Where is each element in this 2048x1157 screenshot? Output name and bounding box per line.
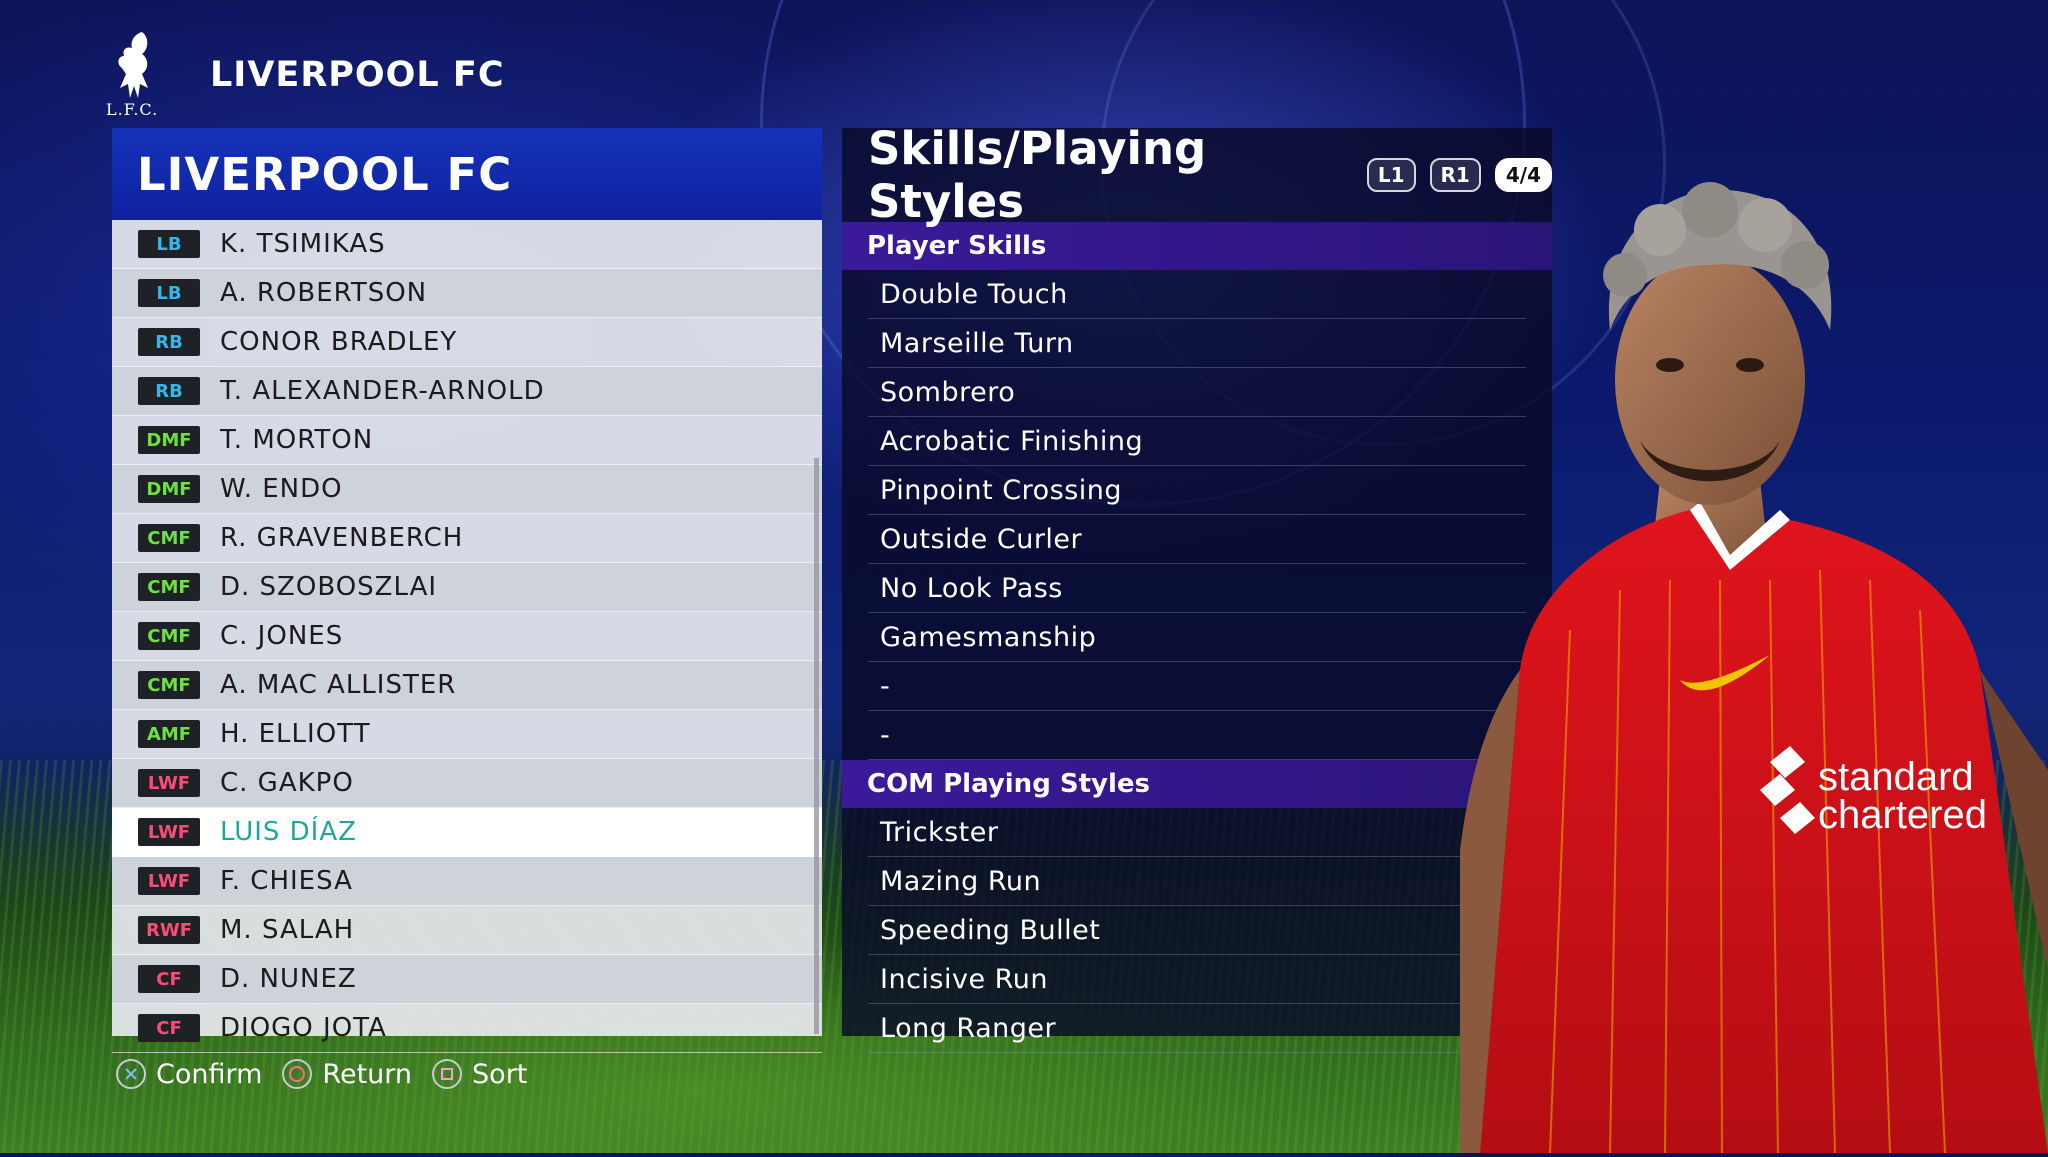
player-row[interactable]: LWF C. GAKPO	[112, 759, 822, 808]
skill-item[interactable]: Marseille Turn	[868, 319, 1526, 368]
return-button[interactable]: Return	[282, 1059, 412, 1090]
skills-panel-header: Skills/Playing Styles L1 R1 4/4	[842, 122, 1552, 228]
position-badge: CF	[138, 1014, 200, 1042]
squad-list-title: LIVERPOOL FC	[112, 128, 822, 220]
player-name: C. GAKPO	[220, 768, 354, 798]
position-badge: CMF	[138, 622, 200, 650]
position-badge: CF	[138, 965, 200, 993]
player-name: F. CHIESA	[220, 866, 353, 896]
player-row[interactable]: RB T. ALEXANDER-ARNOLD	[112, 367, 822, 416]
player-row[interactable]: LWF LUIS DÍAZ	[112, 808, 822, 857]
player-skills-header: Player Skills	[842, 222, 1552, 270]
player-row[interactable]: CMF A. MAC ALLISTER	[112, 661, 822, 710]
player-row[interactable]: LB A. ROBERTSON	[112, 269, 822, 318]
skills-panel: Skills/Playing Styles L1 R1 4/4 Player S…	[842, 122, 1552, 1053]
skills-panel-title: Skills/Playing Styles	[868, 122, 1207, 228]
playing-style-item[interactable]: Long Ranger	[868, 1004, 1526, 1053]
position-badge: RB	[138, 377, 200, 405]
player-name: D. NUNEZ	[220, 964, 357, 994]
skill-item[interactable]: -	[868, 711, 1526, 760]
player-name: K. TSIMIKAS	[220, 229, 386, 259]
player-row[interactable]: CF DIOGO JOTA	[112, 1004, 822, 1053]
confirm-button[interactable]: Confirm	[116, 1059, 262, 1090]
player-row[interactable]: RWF M. SALAH	[112, 906, 822, 955]
player-row[interactable]: LB K. TSIMIKAS	[112, 220, 822, 269]
sort-button[interactable]: Sort	[432, 1059, 527, 1090]
player-name: H. ELLIOTT	[220, 719, 371, 749]
liverpool-crest-icon: L.F.C.	[104, 28, 164, 122]
player-name: CONOR BRADLEY	[220, 327, 458, 357]
position-badge: RWF	[138, 916, 200, 944]
position-badge: CMF	[138, 573, 200, 601]
position-badge: LB	[138, 279, 200, 307]
player-name: C. JONES	[220, 621, 344, 651]
position-badge: LWF	[138, 818, 200, 846]
playing-style-item[interactable]: Incisive Run	[868, 955, 1526, 1004]
position-badge: AMF	[138, 720, 200, 748]
square-button-icon	[432, 1059, 463, 1089]
player-name: R. GRAVENBERCH	[220, 523, 464, 553]
com-playing-styles-list: Trickster Mazing Run Speeding Bullet Incisi…	[842, 808, 1552, 1053]
page-header: L.F.C. LIVERPOOL FC	[104, 28, 505, 122]
player-name: W. ENDO	[220, 474, 343, 504]
position-badge: CMF	[138, 524, 200, 552]
player-name: M. SALAH	[220, 915, 355, 945]
button-hints: Confirm Return Sort	[116, 1057, 547, 1091]
return-label: Return	[322, 1058, 413, 1090]
crest-text: L.F.C.	[106, 100, 159, 119]
position-badge: DMF	[138, 475, 200, 503]
player-name: D. SZOBOSZLAI	[220, 572, 438, 602]
player-row[interactable]: DMF T. MORTON	[112, 416, 822, 465]
skill-item[interactable]: Pinpoint Crossing	[868, 466, 1526, 515]
skill-item[interactable]: Sombrero	[868, 368, 1526, 417]
position-badge: LB	[138, 230, 200, 258]
page-title: LIVERPOOL FC	[210, 55, 505, 95]
player-name: T. MORTON	[220, 425, 374, 455]
player-row[interactable]: AMF H. ELLIOTT	[112, 710, 822, 759]
player-name: LUIS DÍAZ	[220, 817, 357, 847]
position-badge: CMF	[138, 671, 200, 699]
player-skills-list: Double Touch Marseille Turn Sombrero Acroba…	[842, 270, 1552, 760]
playing-style-item[interactable]: Speeding Bullet	[868, 906, 1526, 955]
squad-scrollbar[interactable]	[814, 458, 819, 1034]
player-name: A. ROBERTSON	[220, 278, 428, 308]
skill-item[interactable]: -	[868, 662, 1526, 711]
player-row[interactable]: CMF D. SZOBOSZLAI	[112, 563, 822, 612]
player-row[interactable]: RB CONOR BRADLEY	[112, 318, 822, 367]
position-badge: RB	[138, 328, 200, 356]
playing-style-item[interactable]: Mazing Run	[868, 857, 1526, 906]
l1-button[interactable]: L1	[1366, 158, 1416, 192]
player-row[interactable]: CF D. NUNEZ	[112, 955, 822, 1004]
sponsor-line2: chartered	[1818, 793, 1987, 837]
com-playing-styles-header: COM Playing Styles	[842, 760, 1552, 808]
player-row[interactable]: CMF C. JONES	[112, 612, 822, 661]
cross-button-icon	[116, 1059, 146, 1089]
playing-style-item[interactable]: Trickster	[868, 808, 1526, 857]
skill-item[interactable]: No Look Pass	[868, 564, 1526, 613]
player-name: T. ALEXANDER-ARNOLD	[220, 376, 545, 406]
squad-list-panel: LIVERPOOL FC LB K. TSIMIKAS LB A. ROBERTSON…	[112, 128, 822, 1053]
player-name: DIOGO JOTA	[220, 1013, 387, 1043]
player-row[interactable]: CMF R. GRAVENBERCH	[112, 514, 822, 563]
position-badge: LWF	[138, 867, 200, 895]
player-row[interactable]: LWF F. CHIESA	[112, 857, 822, 906]
squad-list: LB K. TSIMIKAS LB A. ROBERTSON RB CONOR BRADL…	[112, 220, 822, 1053]
skill-item[interactable]: Outside Curler	[868, 515, 1526, 564]
position-badge: DMF	[138, 426, 200, 454]
confirm-label: Confirm	[156, 1058, 263, 1090]
circle-button-icon	[282, 1059, 313, 1089]
position-badge: LWF	[138, 769, 200, 797]
player-name: A. MAC ALLISTER	[220, 670, 457, 700]
skill-item[interactable]: Double Touch	[868, 270, 1526, 319]
skill-item[interactable]: Acrobatic Finishing	[868, 417, 1526, 466]
player-row[interactable]: DMF W. ENDO	[112, 465, 822, 514]
skill-item[interactable]: Gamesmanship	[868, 613, 1526, 662]
sort-label: Sort	[472, 1058, 528, 1090]
player-portrait: standard chartered	[1460, 150, 2048, 1154]
